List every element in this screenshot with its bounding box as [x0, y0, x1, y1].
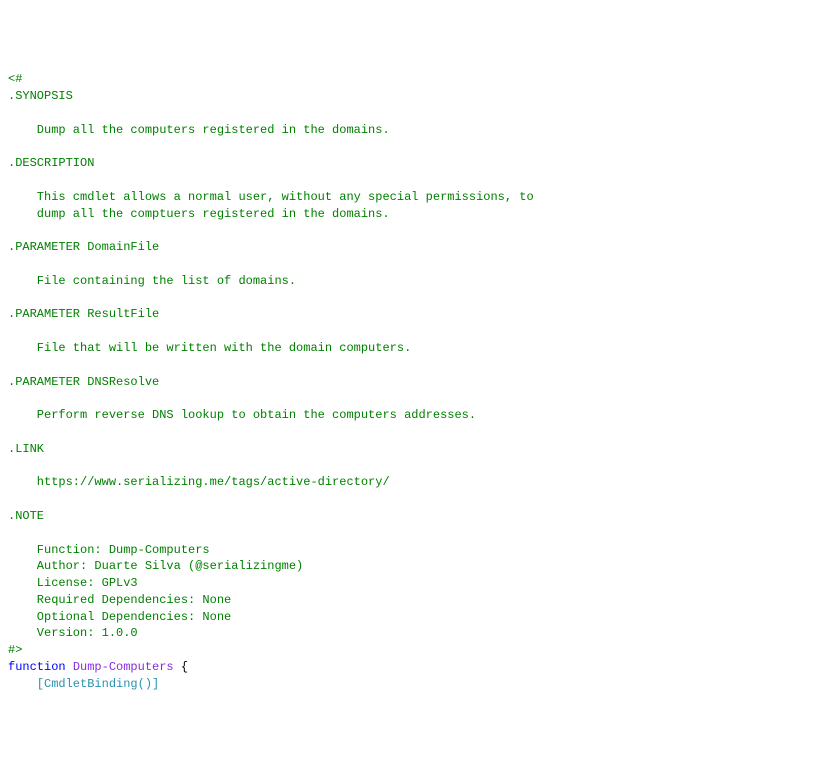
description-text-1: This cmdlet allows a normal user, withou…: [8, 189, 817, 206]
note-header: .NOTE: [8, 508, 817, 525]
note-author: Author: Duarte Silva (@serializingme): [8, 558, 817, 575]
link-text: https://www.serializing.me/tags/active-d…: [8, 474, 817, 491]
blank: [8, 458, 817, 475]
link-header: .LINK: [8, 441, 817, 458]
note-reqdep: Required Dependencies: None: [8, 592, 817, 609]
function-name: Dump-Computers: [73, 660, 174, 674]
param-dnsresolve-text: Perform reverse DNS lookup to obtain the…: [8, 407, 817, 424]
comment-close: #>: [8, 642, 817, 659]
note-version: Version: 1.0.0: [8, 625, 817, 642]
blank: [8, 357, 817, 374]
synopsis-text: Dump all the computers registered in the…: [8, 122, 817, 139]
blank: [8, 105, 817, 122]
blank: [8, 256, 817, 273]
function-declaration: function Dump-Computers {: [8, 659, 817, 676]
param-dnsresolve-header: .PARAMETER DNSResolve: [8, 374, 817, 391]
param-resultfile-header: .PARAMETER ResultFile: [8, 306, 817, 323]
open-brace: {: [174, 660, 188, 674]
description-header: .DESCRIPTION: [8, 155, 817, 172]
blank: [8, 323, 817, 340]
blank: [8, 138, 817, 155]
synopsis-header: .SYNOPSIS: [8, 88, 817, 105]
note-license: License: GPLv3: [8, 575, 817, 592]
blank: [8, 424, 817, 441]
code-block: <#.SYNOPSIS Dump all the computers regis…: [8, 71, 817, 692]
note-optdep: Optional Dependencies: None: [8, 609, 817, 626]
blank: [8, 491, 817, 508]
blank: [8, 290, 817, 307]
keyword-function: function: [8, 660, 66, 674]
note-function: Function: Dump-Computers: [8, 542, 817, 559]
param-resultfile-text: File that will be written with the domai…: [8, 340, 817, 357]
param-domainfile-text: File containing the list of domains.: [8, 273, 817, 290]
cmdletbinding-attribute: [CmdletBinding()]: [8, 676, 817, 693]
blank: [8, 525, 817, 542]
param-domainfile-header: .PARAMETER DomainFile: [8, 239, 817, 256]
comment-open: <#: [8, 71, 817, 88]
blank: [8, 390, 817, 407]
blank: [8, 172, 817, 189]
description-text-2: dump all the comptuers registered in the…: [8, 206, 817, 223]
blank: [8, 222, 817, 239]
